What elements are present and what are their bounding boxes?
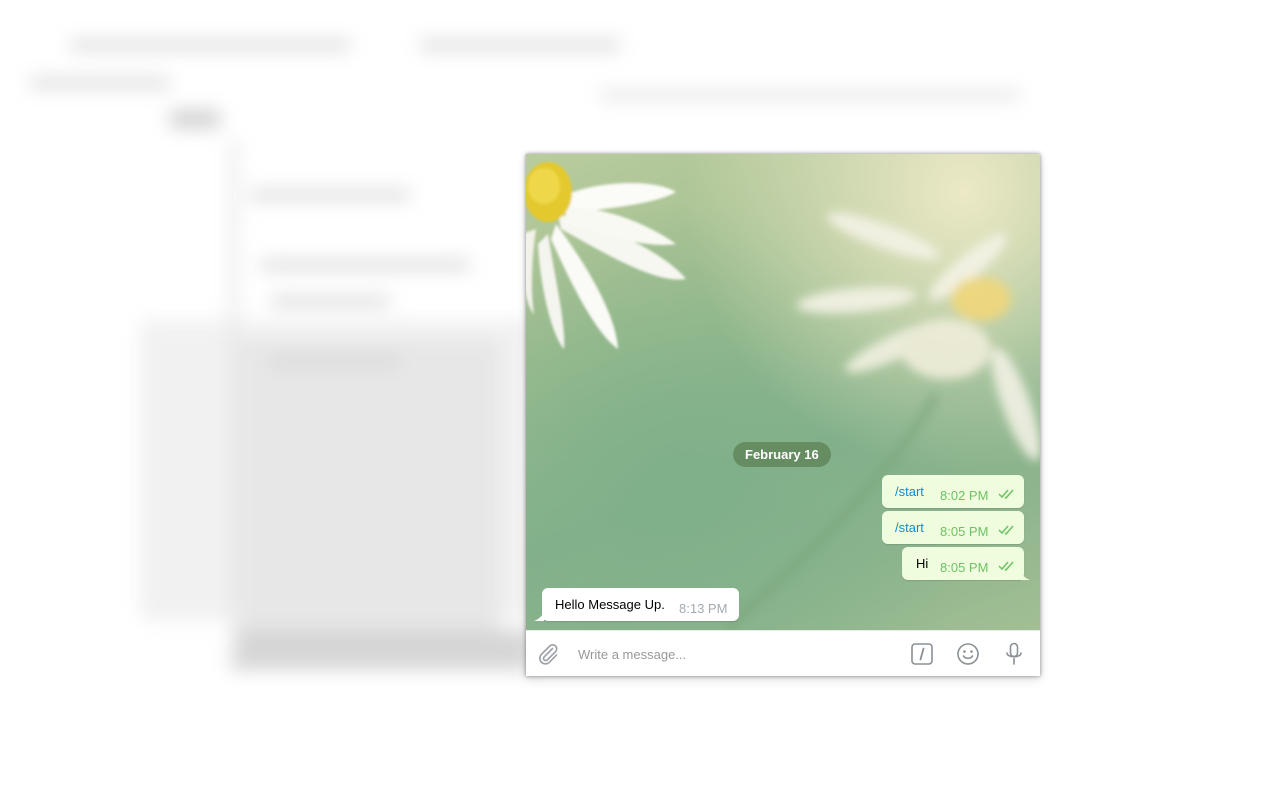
message-time: 8:05 PM xyxy=(940,560,989,575)
bubble-tail xyxy=(1020,571,1030,580)
blurred-bar xyxy=(230,630,530,670)
blurred-line xyxy=(260,260,470,270)
message-composer xyxy=(526,630,1040,676)
outgoing-message[interactable]: Hi 8:05 PM xyxy=(902,547,1024,580)
blurred-panel-inner xyxy=(240,340,500,640)
double-check-icon xyxy=(998,489,1014,499)
blurred-line xyxy=(600,90,1020,100)
message-time: 8:05 PM xyxy=(940,524,989,539)
paperclip-icon[interactable] xyxy=(536,642,560,666)
double-check-icon xyxy=(998,561,1014,571)
outgoing-message[interactable]: /start 8:02 PM xyxy=(882,475,1024,508)
incoming-message[interactable]: Hello Message Up. 8:13 PM xyxy=(542,588,739,621)
bubble-tail xyxy=(534,612,544,621)
blurred-divider xyxy=(230,140,238,660)
blurred-line xyxy=(30,78,170,88)
chat-wallpaper[interactable]: February 16 /start 8:02 PM /start 8:05 P… xyxy=(526,154,1040,630)
chat-window: February 16 /start 8:02 PM /start 8:05 P… xyxy=(526,154,1040,676)
blurred-line xyxy=(250,190,410,200)
bot-command-icon[interactable] xyxy=(911,643,933,665)
message-input[interactable] xyxy=(578,643,898,665)
microphone-icon[interactable] xyxy=(1004,642,1024,666)
message-time: 8:13 PM xyxy=(679,601,728,616)
screen: February 16 /start 8:02 PM /start 8:05 P… xyxy=(0,0,1280,800)
blurred-line xyxy=(70,40,350,50)
emoji-icon[interactable] xyxy=(956,642,980,666)
date-separator: February 16 xyxy=(733,442,831,467)
bot-command-link[interactable]: /start xyxy=(895,520,924,535)
double-check-icon xyxy=(998,525,1014,535)
outgoing-message[interactable]: /start 8:05 PM xyxy=(882,511,1024,544)
bot-command-link[interactable]: /start xyxy=(895,484,924,499)
blurred-line xyxy=(270,356,400,366)
blurred-line xyxy=(270,296,390,306)
message-text: Hi xyxy=(916,556,929,571)
message-text: Hello Message Up. xyxy=(555,597,665,612)
blurred-line xyxy=(170,110,220,128)
blurred-line xyxy=(420,40,620,50)
message-time: 8:02 PM xyxy=(940,488,989,503)
